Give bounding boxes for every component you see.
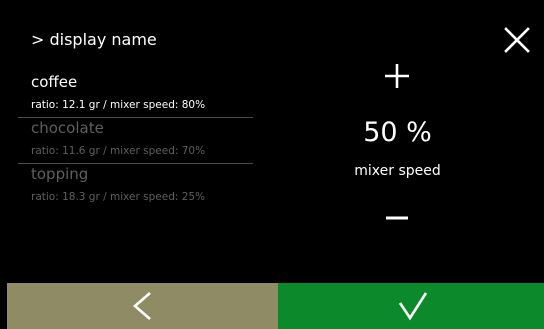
recipe-item-coffee[interactable]: coffee ratio: 12.1 gr / mixer speed: 80% [18, 72, 253, 118]
confirm-button[interactable] [278, 283, 544, 329]
chevron-left-icon [133, 292, 151, 320]
recipe-item-topping[interactable]: topping ratio: 18.3 gr / mixer speed: 25… [31, 164, 253, 210]
recipe-list: coffee ratio: 12.1 gr / mixer speed: 80%… [18, 72, 253, 210]
recipe-details: ratio: 18.3 gr / mixer speed: 25% [31, 191, 206, 203]
decrease-button[interactable] [386, 207, 408, 221]
recipe-name: coffee [31, 73, 78, 91]
plus-icon [385, 64, 409, 88]
minus-icon [386, 216, 408, 220]
page-title: > display name [31, 30, 157, 49]
check-icon [398, 292, 428, 321]
recipe-details: ratio: 12.1 gr / mixer speed: 80% [31, 99, 206, 111]
back-button[interactable] [7, 283, 278, 329]
mixer-speed-value: 50 % [363, 117, 432, 148]
recipe-name: topping [31, 165, 89, 183]
increase-button[interactable] [383, 62, 411, 90]
close-button[interactable] [503, 26, 531, 54]
close-icon [504, 27, 530, 53]
recipe-name: chocolate [31, 119, 104, 137]
mixer-speed-label: mixer speed [354, 163, 441, 179]
mixer-settings-screen: > display name coffee ratio: 12.1 gr / m… [0, 0, 544, 329]
recipe-item-chocolate[interactable]: chocolate ratio: 11.6 gr / mixer speed: … [18, 118, 253, 164]
recipe-details: ratio: 11.6 gr / mixer speed: 70% [31, 145, 206, 157]
